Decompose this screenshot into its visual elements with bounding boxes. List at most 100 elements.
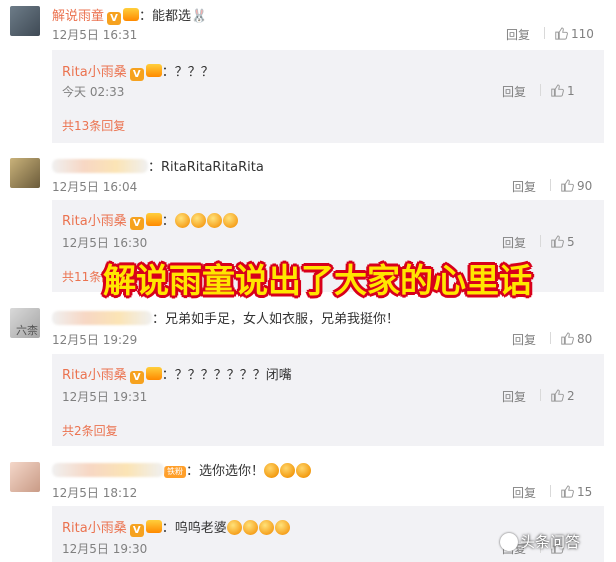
vip-crown-icon (123, 8, 140, 21)
divider (550, 485, 551, 497)
comment-time: 12月5日 18:12 (52, 486, 138, 500)
avatar[interactable] (10, 462, 40, 492)
like-count: 80 (577, 332, 593, 346)
comment-time: 12月5日 19:29 (52, 333, 138, 347)
comment-text: ：RitaRitaRitaRita (148, 160, 264, 175)
thumb-up-icon (555, 27, 568, 40)
like-count: 90 (577, 179, 593, 193)
thumb-up-icon (551, 84, 564, 97)
comment-text: ：能都选 (139, 9, 192, 24)
reply-author[interactable]: Rita小雨桑 (62, 65, 127, 80)
divider (544, 27, 545, 39)
watermark: 头条问答 (500, 531, 580, 552)
avatar[interactable] (10, 6, 40, 36)
reply-author[interactable]: Rita小雨桑 (62, 521, 127, 536)
reply-button[interactable]: 回复 (512, 331, 536, 348)
divider (540, 389, 541, 401)
sleepy-emoji-icon (174, 213, 190, 228)
sleepy-emoji-icon (242, 520, 258, 535)
avatar[interactable]: 六柰 (10, 308, 40, 338)
reply-time: 12月5日 19:30 (62, 542, 148, 556)
comment-line: 解说雨童 V ：能都选🐰 (52, 5, 207, 25)
reply-text: ：呜呜老婆 (161, 521, 227, 536)
like-count: 2 (567, 389, 575, 403)
like-button[interactable]: 80 (560, 331, 592, 346)
comment-text: ：兄弟如手足，女人如衣服，兄弟我挺你！ (152, 312, 400, 327)
like-count: 5 (567, 235, 575, 249)
reply-button[interactable]: 回复 (502, 83, 526, 100)
sleepy-emoji-icon (226, 520, 242, 535)
heart-eyes-emoji-icon (296, 463, 312, 478)
thumb-up-icon (561, 179, 574, 192)
like-count: 15 (577, 485, 593, 499)
overlay-caption: 解说雨童说出了大家的心里话 (103, 261, 532, 300)
like-button[interactable]: 15 (560, 484, 592, 499)
view-more-replies[interactable]: 共2条回复 (62, 422, 118, 439)
reply-button[interactable]: 回复 (506, 26, 530, 43)
heart-eyes-emoji-icon (264, 463, 280, 478)
comment-line: ：RitaRitaRitaRita (52, 156, 264, 175)
comment-time: 12月5日 16:04 (52, 180, 138, 194)
comment-time: 12月5日 16:31 (52, 28, 138, 42)
reply-button[interactable]: 回复 (502, 388, 526, 405)
thumb-up-icon (551, 389, 564, 402)
verified-icon: V (129, 217, 144, 230)
rabbit-icon: 🐰 (191, 9, 208, 24)
reply-button[interactable]: 回复 (502, 234, 526, 251)
vip-crown-icon (145, 64, 162, 77)
divider (540, 84, 541, 96)
reply-line: Rita小雨桑 V ：？？？？？？？闭嘴 (62, 364, 292, 384)
reply-text: ： (161, 214, 175, 229)
verified-icon: V (129, 68, 144, 81)
verified-icon: V (129, 524, 144, 537)
divider (550, 179, 551, 191)
vip-crown-icon (145, 213, 162, 226)
reply-text: ：？？？？？？？闭嘴 (161, 368, 292, 383)
verified-icon: V (129, 371, 144, 384)
reply-author[interactable]: Rita小雨桑 (62, 368, 127, 383)
reply-button[interactable]: 回复 (512, 484, 536, 501)
reply-author[interactable]: Rita小雨桑 (62, 214, 127, 229)
reply-line: Rita小雨桑 V ：呜呜老婆 (62, 517, 291, 537)
reply-box: Rita小雨桑 V ：？？？ 今天 02:33 回复 1 共13条回复 (52, 50, 604, 143)
like-button[interactable]: 1 (550, 83, 575, 98)
comment-text: ：选你选你！ (186, 464, 265, 479)
like-button[interactable]: 110 (554, 26, 594, 41)
like-count: 1 (567, 84, 575, 98)
divider (550, 332, 551, 344)
reply-box: Rita小雨桑 V ：？？？？？？？闭嘴 12月5日 19:31 回复 2 共2条回… (52, 354, 604, 446)
like-button[interactable]: 5 (550, 234, 575, 249)
avatar[interactable] (10, 158, 40, 188)
reply-time: 12月5日 19:31 (62, 390, 148, 404)
watermark-text: 头条问答 (520, 533, 581, 551)
sleepy-emoji-icon (222, 213, 238, 228)
author-name-blurred[interactable] (52, 311, 152, 325)
reply-button[interactable]: 回复 (512, 178, 536, 195)
sleepy-emoji-icon (258, 520, 274, 535)
reply-time: 12月5日 16:30 (62, 236, 148, 250)
verified-icon: V (107, 12, 122, 25)
avatar-text: 六柰 (16, 324, 38, 337)
reply-text: ：？？？ (161, 65, 214, 80)
sleepy-emoji-icon (274, 520, 290, 535)
sleepy-emoji-icon (190, 213, 206, 228)
like-button[interactable]: 90 (560, 178, 592, 193)
like-button[interactable]: 2 (550, 388, 575, 403)
reply-line: Rita小雨桑 V ：？？？ (62, 61, 214, 81)
comment-line: ：兄弟如手足，女人如衣服，兄弟我挺你！ (52, 308, 399, 327)
heart-eyes-emoji-icon (280, 463, 296, 478)
divider (540, 235, 541, 247)
thumb-up-icon (551, 235, 564, 248)
thumb-up-icon (561, 332, 574, 345)
thumb-up-icon (561, 485, 574, 498)
fan-badge: 铁粉 (164, 466, 186, 478)
reply-time: 今天 02:33 (62, 85, 125, 99)
author-name-blurred[interactable] (52, 463, 164, 477)
reply-line: Rita小雨桑 V ： (62, 210, 239, 230)
author-name-blurred[interactable] (52, 159, 148, 173)
author-name[interactable]: 解说雨童 (52, 9, 104, 24)
view-more-replies[interactable]: 共13条回复 (62, 117, 125, 134)
sleepy-emoji-icon (206, 213, 222, 228)
toutiao-logo-icon (500, 533, 518, 551)
like-count: 110 (571, 27, 594, 41)
